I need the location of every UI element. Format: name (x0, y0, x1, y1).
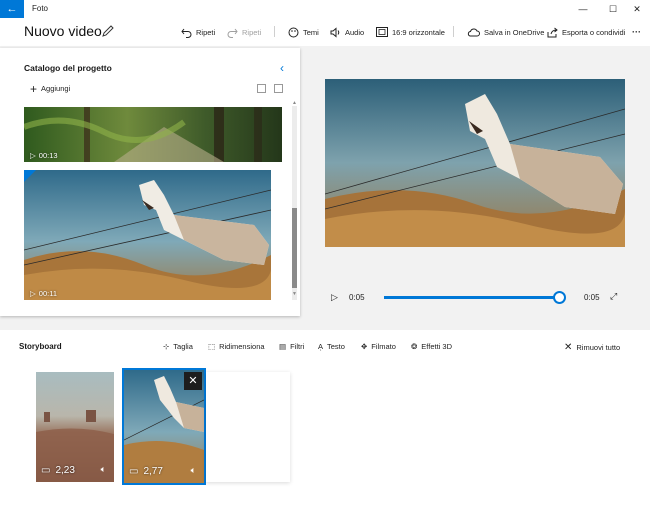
selection-corner-marker (24, 170, 36, 182)
clip-duration-text: 2,23 (55, 465, 75, 476)
audio-label: Audio (345, 27, 365, 37)
clip-duration-text: 2,77 (143, 466, 163, 477)
current-time: 0:05 (349, 293, 365, 302)
filters-icon: ▤ (279, 342, 287, 351)
storyboard-title: Storyboard (19, 342, 62, 351)
library-item[interactable]: ▷ 00:13 (24, 107, 282, 162)
save-onedrive-label: Salva in OneDrive (484, 27, 545, 37)
clip-duration: ▭ 2,23 (41, 465, 75, 476)
duration-text: 00:11 (38, 289, 57, 298)
text-icon: Aͅ (318, 342, 324, 351)
back-button[interactable]: ← (0, 0, 24, 18)
undo-button[interactable]: Ripeti (181, 25, 215, 39)
add-media-button[interactable]: + Aggiungi (30, 81, 71, 96)
library-title: Catalogo del progetto (24, 63, 112, 73)
library-item[interactable]: ▷ 00:11 (24, 170, 271, 300)
redo-label: Ripeti (242, 27, 262, 37)
fullscreen-icon[interactable]: ⤢ (610, 291, 617, 302)
project-library-panel: Catalogo del progetto ‹ + Aggiungi ▷ 00:… (0, 48, 300, 316)
seek-handle[interactable] (553, 291, 566, 304)
plus-icon: + (30, 81, 38, 96)
save-onedrive-button[interactable]: Salva in OneDrive (467, 25, 544, 39)
text-label: Testo (327, 342, 345, 351)
themes-label: Temi (303, 27, 319, 37)
themes-button[interactable]: Temi (288, 25, 319, 39)
aspect-ratio-button[interactable]: 16:9 orizzontale (376, 25, 445, 39)
close-icon: ✕ (564, 342, 573, 353)
trim-label: Taglia (173, 342, 193, 351)
resize-button[interactable]: ⬚ Ridimensiona (208, 342, 265, 351)
share-icon (547, 27, 558, 37)
scroll-down-icon[interactable]: ▼ (292, 291, 297, 297)
project-title[interactable]: Nuovo video (24, 23, 102, 39)
cloud-upload-icon (467, 28, 480, 37)
horse-preview-image (325, 79, 625, 247)
3d-effects-icon: ❂ (411, 342, 418, 351)
grid-view-icon[interactable] (257, 84, 266, 93)
play-icon: ▷ (30, 289, 36, 298)
video-preview[interactable] (325, 79, 625, 247)
title-bar: ← Foto — ☐ ✕ (0, 0, 650, 18)
resize-icon: ⬚ (208, 342, 216, 351)
motion-icon: ✥ (361, 342, 368, 351)
3d-effects-label: Effetti 3D (421, 342, 453, 351)
undo-icon (181, 28, 192, 38)
speaker-icon[interactable]: 🔈︎ (191, 465, 196, 476)
export-button[interactable]: Esporta o condividi (547, 25, 625, 39)
speaker-icon[interactable]: 🔈︎ (101, 464, 106, 475)
divider (453, 26, 454, 37)
motion-label: Filmato (371, 342, 396, 351)
close-window-button[interactable]: ✕ (622, 0, 650, 18)
audio-button[interactable]: Audio (330, 25, 364, 39)
add-media-label: Aggiungi (41, 84, 71, 93)
filters-label: Filtri (290, 342, 305, 351)
total-time: 0:05 (584, 293, 600, 302)
palette-icon (288, 27, 299, 37)
motion-button[interactable]: ✥ Filmato (361, 342, 396, 351)
undo-label: Ripeti (196, 27, 216, 37)
remove-all-button[interactable]: ✕ Rimuovi tutto (564, 342, 620, 353)
image-icon: ▭ (129, 466, 139, 477)
redo-button[interactable]: Ripeti (227, 25, 261, 39)
jungle-thumbnail (24, 107, 282, 162)
aspect-ratio-label: 16:9 orizzontale (392, 27, 445, 37)
remove-all-label: Rimuovi tutto (576, 343, 621, 352)
text-button[interactable]: Aͅ Testo (318, 342, 345, 351)
storyboard-clip[interactable]: ▭ 2,23 🔈︎ (36, 372, 114, 482)
pencil-icon[interactable] (101, 24, 115, 38)
export-label: Esporta o condividi (562, 27, 626, 37)
horse-thumbnail (24, 170, 271, 300)
resize-label: Ridimensiona (219, 342, 265, 351)
trim-button[interactable]: ⊹ Taglia (163, 342, 193, 351)
library-item-duration: ▷ 00:11 (30, 289, 57, 298)
play-button[interactable]: ▷ (331, 292, 338, 303)
app-name: Foto (32, 4, 49, 13)
redo-icon (227, 28, 238, 38)
filters-button[interactable]: ▤ Filtri (279, 342, 304, 351)
speaker-icon (330, 26, 340, 38)
list-view-icon[interactable] (274, 84, 283, 93)
empty-storyboard-slot[interactable] (206, 372, 290, 482)
seek-bar[interactable] (384, 296, 559, 299)
library-scrollbar-thumb[interactable] (292, 208, 297, 288)
clip-duration: ▭ 2,77 (129, 466, 163, 477)
3d-effects-button[interactable]: ❂ Effetti 3D (411, 342, 452, 351)
remove-clip-button[interactable]: ✕ (184, 372, 202, 390)
image-icon: ▭ (41, 465, 51, 476)
duration-text: 00:13 (38, 151, 58, 160)
play-icon: ▷ (30, 151, 36, 160)
trim-icon: ⊹ (163, 342, 170, 351)
more-options-button[interactable]: ··· (632, 25, 641, 39)
aspect-ratio-icon (376, 27, 388, 37)
collapse-panel-icon[interactable]: ‹ (280, 61, 284, 75)
minimize-button[interactable]: — (568, 0, 598, 18)
scroll-up-icon[interactable]: ▲ (292, 100, 297, 106)
divider (274, 26, 275, 37)
command-bar: Nuovo video Ripeti Ripeti Temi Audio 16:… (0, 18, 650, 46)
library-item-duration: ▷ 00:13 (30, 151, 58, 160)
